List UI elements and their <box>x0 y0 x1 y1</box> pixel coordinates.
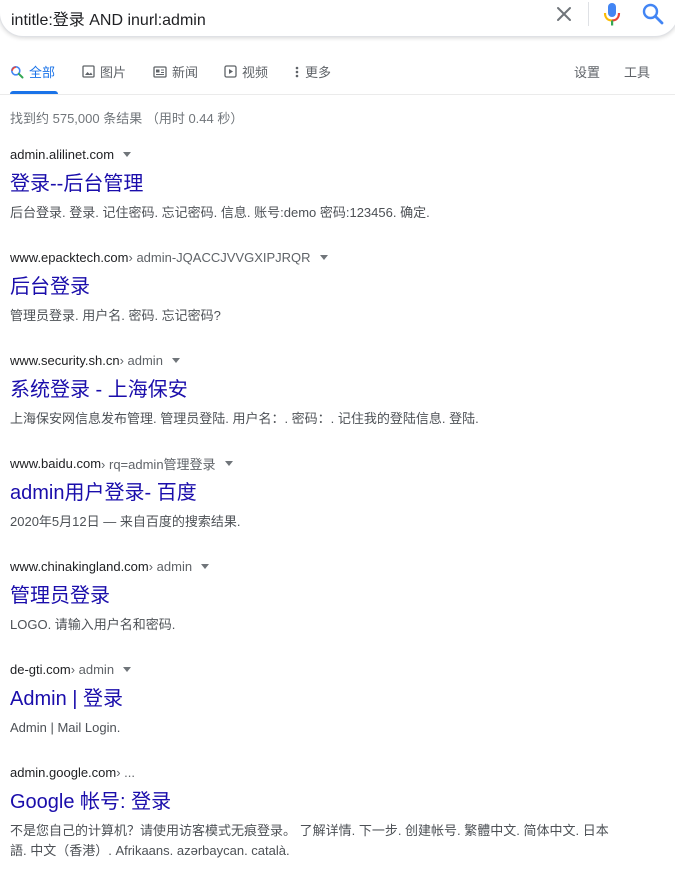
result-path: › admin-JQACCJVVGXIPJRQR <box>128 249 311 265</box>
tools-link[interactable]: 工具 <box>624 62 650 81</box>
result-snippet: 后台登录. 登录. 记住密码. 忘记密码. 信息. 账号:demo 密码:123… <box>10 205 430 220</box>
result-snippet: 上海保安网信息发布管理. 管理员登陆. 用户名：. 密码：. 记住我的登陆信息.… <box>10 411 479 426</box>
search-bar: intitle:登录 AND inurl:admin <box>0 0 675 37</box>
result-domain: www.baidu.com <box>10 455 102 471</box>
result-path: › admin <box>119 352 163 368</box>
result-path: › rq=admin管理登录 <box>101 456 216 472</box>
image-icon <box>82 65 95 78</box>
result-domain: www.epacktech.com <box>10 249 129 265</box>
tab-label: 视频 <box>242 65 269 80</box>
result-domain: de-gti.com <box>10 661 71 677</box>
result-domain: www.chinakingland.com <box>10 558 149 574</box>
search-result: admin.alilinet.com 登录--后台管理 后台登录. 登录. 记住… <box>10 146 630 223</box>
result-path: › ... <box>116 764 136 780</box>
search-result: de-gti.com › admin Admin | 登录 Admin | Ma… <box>10 661 630 738</box>
search-tabs: 全部 图片 新闻 视频 更多 设置 工具 <box>0 52 675 95</box>
search-input[interactable]: intitle:登录 AND inurl:admin <box>11 6 206 30</box>
search-result: www.epacktech.com › admin-JQACCJVVGXIPJR… <box>10 249 630 326</box>
result-stats: 找到约 575,000 条结果 （用时 0.44 秒） <box>10 111 244 126</box>
search-result: www.chinakingland.com › admin 管理员登录 LOGO… <box>10 558 630 635</box>
result-title[interactable]: Admin | 登录 <box>10 686 630 712</box>
search-icon[interactable] <box>641 2 665 26</box>
result-snippet: 不是您自己的计算机？请使用访客模式无痕登录。 了解详情. 下一步. 创建帐号. … <box>10 823 609 858</box>
active-tab-indicator <box>10 91 58 94</box>
tab-label: 全部 <box>29 65 56 80</box>
tab-news[interactable]: 新闻 <box>153 62 198 81</box>
result-snippet: 2020年5月12日 — 来自百度的搜索结果. <box>10 514 241 529</box>
result-title[interactable]: 管理员登录 <box>10 583 630 609</box>
tools-label: 工具 <box>624 65 651 80</box>
result-title[interactable]: admin用户登录- 百度 <box>10 480 630 506</box>
settings-label: 设置 <box>574 65 601 80</box>
result-snippet: Admin | Mail Login. <box>10 720 121 735</box>
tab-all[interactable]: 全部 <box>10 62 55 81</box>
news-icon <box>153 65 167 78</box>
result-snippet: LOGO. 请输入用户名和密码. <box>10 617 176 632</box>
settings-link[interactable]: 设置 <box>574 62 600 81</box>
dropdown-arrow-icon[interactable] <box>123 151 132 157</box>
search-result: www.security.sh.cn › admin 系统登录 - 上海保安 上… <box>10 352 630 429</box>
more-vert-icon <box>295 66 299 77</box>
result-url[interactable]: www.security.sh.cn › admin <box>10 352 630 368</box>
result-url[interactable]: de-gti.com › admin <box>10 661 630 677</box>
clear-icon[interactable] <box>554 4 574 24</box>
result-url[interactable]: www.chinakingland.com › admin <box>10 558 630 574</box>
result-domain: www.security.sh.cn <box>10 352 120 368</box>
result-title[interactable]: 系统登录 - 上海保安 <box>10 377 630 403</box>
search-result: www.baidu.com › rq=admin管理登录 admin用户登录- … <box>10 455 630 532</box>
result-title[interactable]: 登录--后台管理 <box>10 171 630 197</box>
dropdown-arrow-icon[interactable] <box>319 254 328 260</box>
tab-label: 更多 <box>305 65 332 80</box>
microphone-icon[interactable] <box>602 1 622 27</box>
video-icon <box>224 65 237 78</box>
tab-label: 新闻 <box>172 65 199 80</box>
tab-more[interactable]: 更多 <box>294 62 331 81</box>
result-title[interactable]: Google 帐号: 登录 <box>10 789 630 815</box>
result-domain: admin.google.com <box>10 764 117 780</box>
search-result: admin.google.com › ... Google 帐号: 登录 不是您… <box>10 764 630 861</box>
result-url[interactable]: admin.google.com › ... <box>10 764 630 780</box>
result-path: › admin <box>148 558 193 574</box>
result-domain: admin.alilinet.com <box>10 146 115 162</box>
tab-images[interactable]: 图片 <box>82 62 126 81</box>
dropdown-arrow-icon[interactable] <box>201 563 210 569</box>
tab-label: 图片 <box>100 65 127 80</box>
result-title[interactable]: 后台登录 <box>10 274 630 300</box>
tab-videos[interactable]: 视频 <box>224 62 268 81</box>
search-bar-divider <box>588 2 589 26</box>
result-path: › admin <box>70 661 115 677</box>
dropdown-arrow-icon[interactable] <box>171 357 180 363</box>
search-icon <box>11 65 24 78</box>
dropdown-arrow-icon[interactable] <box>123 666 132 672</box>
dropdown-arrow-icon[interactable] <box>224 460 233 466</box>
result-url[interactable]: www.epacktech.com › admin-JQACCJVVGXIPJR… <box>10 249 630 265</box>
result-snippet: 管理员登录. 用户名. 密码. 忘记密码? <box>10 308 221 323</box>
result-url[interactable]: admin.alilinet.com <box>10 146 630 162</box>
result-url[interactable]: www.baidu.com › rq=admin管理登录 <box>10 455 630 472</box>
